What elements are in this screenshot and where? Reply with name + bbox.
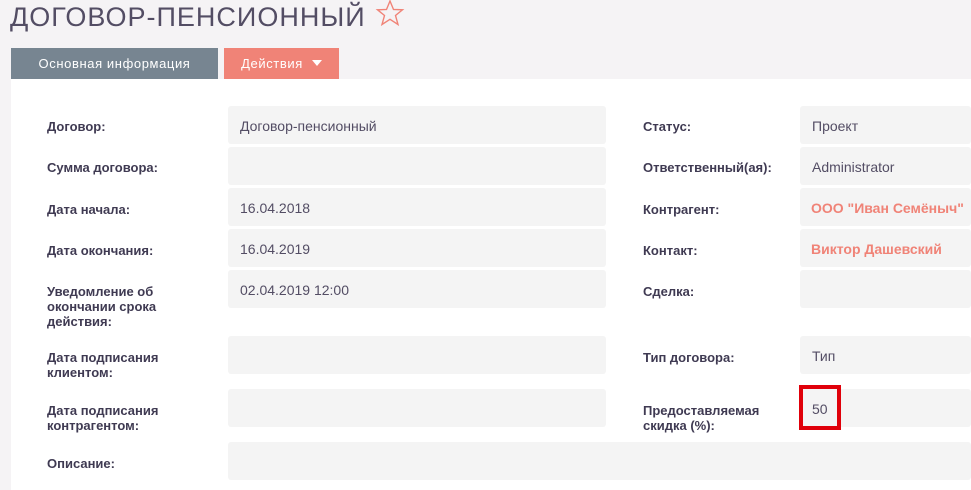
field-label-expiry-notice: Уведомление об окончании срока действия: <box>47 284 157 329</box>
contractor-link[interactable]: ООО "Иван Семёныч" <box>811 200 964 216</box>
discount-highlight-box <box>799 385 841 430</box>
tab-main-info[interactable]: Основная информация <box>11 48 218 79</box>
field-value-contract[interactable]: Договор-пенсионный <box>228 106 606 144</box>
field-value-contractor-signed[interactable] <box>228 389 606 427</box>
field-value-status[interactable]: Проект <box>800 106 971 144</box>
field-value-contract-type[interactable]: Тип <box>800 336 971 374</box>
field-label-description: Описание: <box>47 456 115 471</box>
field-label-client-signed: Дата подписания клиентом: <box>47 350 159 380</box>
field-value-end-date[interactable]: 16.04.2019 <box>228 229 606 267</box>
chevron-down-icon <box>311 59 322 66</box>
page-title: ДОГОВОР-ПЕНСИОННЫЙ <box>10 2 366 32</box>
field-value-contact[interactable]: Виктор Дашевский <box>800 229 971 267</box>
field-value-start-date[interactable]: 16.04.2018 <box>228 188 606 226</box>
field-label-responsible: Ответственный(ая): <box>643 160 772 175</box>
field-label-end-date: Дата окончания: <box>47 243 154 258</box>
field-label-contractor: Контрагент: <box>643 202 720 217</box>
favorite-star-icon[interactable] <box>375 0 405 26</box>
field-value-client-signed[interactable] <box>228 336 606 374</box>
field-label-contact: Контакт: <box>643 243 698 258</box>
field-label-deal: Сделка: <box>643 284 695 299</box>
field-label-status: Статус: <box>643 119 692 134</box>
field-label-start-date: Дата начала: <box>47 202 131 217</box>
field-label-contractor-signed: Дата подписания контрагентом: <box>47 403 159 433</box>
tab-main-info-label: Основная информация <box>38 56 191 71</box>
field-label-contract-type: Тип договора: <box>643 350 735 365</box>
field-value-description[interactable] <box>228 442 971 480</box>
field-label-discount: Предоставляемая скидка (%): <box>643 403 760 433</box>
field-label-amount: Сумма договора: <box>47 160 158 175</box>
field-value-responsible[interactable]: Administrator <box>800 147 971 185</box>
field-label-contract: Договор: <box>47 119 106 134</box>
contact-link[interactable]: Виктор Дашевский <box>811 241 942 257</box>
field-value-amount[interactable] <box>228 147 606 185</box>
actions-label: Действия <box>241 56 303 71</box>
field-value-expiry-notice[interactable]: 02.04.2019 12:00 <box>228 270 606 308</box>
field-value-deal[interactable] <box>800 270 971 308</box>
field-value-contractor[interactable]: ООО "Иван Семёныч" <box>800 188 971 226</box>
actions-dropdown-button[interactable]: Действия <box>224 48 339 79</box>
